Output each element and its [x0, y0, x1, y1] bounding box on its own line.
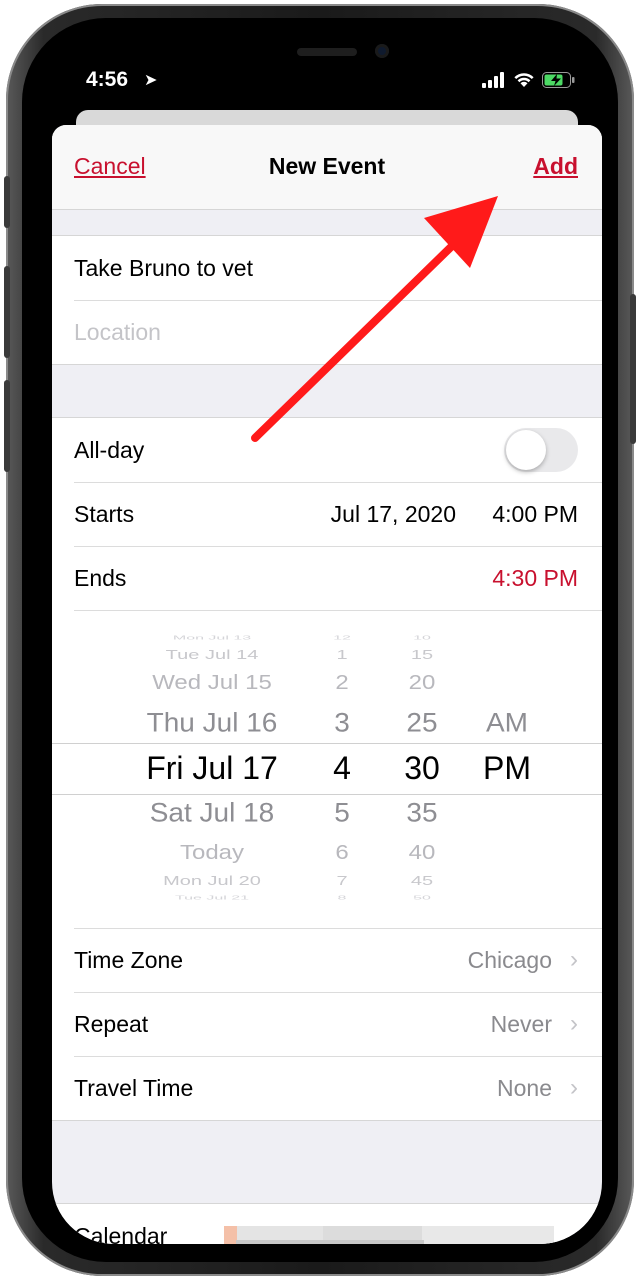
location-placeholder: Location: [74, 319, 161, 345]
picker-hour-option[interactable]: 12: [317, 635, 367, 641]
repeat-row[interactable]: Repeat Never ›: [52, 992, 602, 1056]
picker-hour-option[interactable]: 3: [317, 709, 367, 737]
picker-date-option[interactable]: Tue Jul 14: [112, 648, 312, 661]
picker-minute-option[interactable]: 40: [392, 842, 452, 864]
picker-hour-option[interactable]: 1: [317, 648, 367, 661]
add-button[interactable]: Add: [533, 153, 578, 180]
starts-label: Starts: [74, 501, 135, 527]
picker-minute-option[interactable]: 10: [392, 635, 452, 641]
event-title-value: Take Bruno to vet: [74, 255, 253, 281]
screen: 4:56 ➤ Cancel New Event Add Take Bruno t…: [52, 32, 602, 1244]
picker-date-option[interactable]: Thu Jul 16: [112, 709, 312, 737]
battery-icon: [542, 72, 575, 88]
repeat-label: Repeat: [74, 1011, 149, 1037]
picker-hour-option[interactable]: 6: [317, 842, 367, 864]
travel-time-label: Travel Time: [74, 1075, 194, 1101]
starts-row[interactable]: Starts Jul 17, 2020 4:00 PM: [52, 482, 602, 546]
power-button: [630, 294, 636, 444]
repeat-value: Never: [490, 1011, 552, 1037]
new-event-sheet: Cancel New Event Add Take Bruno to vet L…: [52, 125, 602, 1244]
picker-date-option[interactable]: Sat Jul 18: [112, 799, 312, 827]
starts-date[interactable]: Jul 17, 2020: [331, 501, 456, 528]
time-zone-value: Chicago: [467, 947, 552, 973]
picker-hour-option[interactable]: 7: [317, 874, 367, 887]
status-time: 4:56: [86, 68, 129, 91]
event-title-field[interactable]: Take Bruno to vet: [52, 236, 602, 300]
picker-minute-option[interactable]: 20: [392, 672, 452, 694]
chevron-right-icon: ›: [570, 1074, 578, 1101]
picker-minute-option[interactable]: 45: [392, 874, 452, 887]
phone-frame: 4:56 ➤ Cancel New Event Add Take Bruno t…: [4, 4, 636, 1276]
front-camera: [375, 44, 389, 58]
picker-date-option[interactable]: Mon Jul 13: [112, 635, 312, 641]
page-title: New Event: [268, 153, 386, 179]
picker-date-option[interactable]: Wed Jul 15: [112, 672, 312, 694]
picker-minute-option[interactable]: 30: [392, 752, 452, 784]
picker-minute-option[interactable]: 50: [392, 895, 452, 901]
time-zone-row[interactable]: Time Zone Chicago ›: [52, 928, 602, 992]
picker-date-option[interactable]: Today: [112, 842, 312, 864]
location-field[interactable]: Location: [52, 300, 602, 364]
ends-label: Ends: [74, 565, 127, 591]
title-location-group: Take Bruno to vet Location: [52, 235, 602, 365]
picker-date-option[interactable]: Tue Jul 21: [112, 895, 312, 901]
time-group: All-day Starts Jul 17, 2020 4:00 PM Ends…: [52, 417, 602, 1121]
starts-time[interactable]: 4:00 PM: [492, 501, 578, 528]
calendar-row[interactable]: Calendar: [52, 1204, 602, 1244]
ends-time[interactable]: 4:30 PM: [492, 565, 578, 592]
picker-ampm-option[interactable]: PM: [472, 752, 542, 784]
time-zone-label: Time Zone: [74, 947, 184, 973]
travel-time-row[interactable]: Travel Time None ›: [52, 1056, 602, 1120]
calendar-label: Calendar: [74, 1223, 168, 1244]
picker-minute-option[interactable]: 15: [392, 648, 452, 661]
ends-row[interactable]: Ends 4:30 PM: [52, 546, 602, 610]
travel-time-value: None: [497, 1075, 552, 1101]
navigation-bar: Cancel New Event Add: [52, 125, 602, 210]
chevron-right-icon: ›: [570, 946, 578, 973]
volume-down-button: [4, 380, 10, 472]
picker-minute-option[interactable]: 25: [392, 709, 452, 737]
allday-label: All-day: [74, 437, 145, 463]
mute-switch: [4, 176, 10, 228]
notch: [207, 32, 447, 66]
date-time-picker[interactable]: Mon Jul 13 Tue Jul 14 Wed Jul 15 Thu Jul 16…: [52, 610, 602, 928]
picker-hour-option[interactable]: 2: [317, 672, 367, 694]
allday-row: All-day: [52, 418, 602, 482]
calendar-group: Calendar: [52, 1203, 602, 1244]
toggle-knob: [506, 430, 546, 470]
picker-minute-option[interactable]: 35: [392, 799, 452, 827]
wifi-icon: [514, 73, 534, 87]
picker-hour-option[interactable]: 8: [317, 895, 367, 901]
signal-icon: [482, 72, 504, 88]
picker-ampm-option[interactable]: AM: [472, 709, 542, 737]
picker-hour-option[interactable]: 4: [317, 752, 367, 784]
chevron-right-icon: ›: [570, 1010, 578, 1037]
location-arrow-icon: ➤: [144, 72, 158, 89]
picker-hour-option[interactable]: 5: [317, 799, 367, 827]
volume-up-button: [4, 266, 10, 358]
picker-date-option[interactable]: Fri Jul 17: [112, 752, 312, 784]
picker-date-option[interactable]: Mon Jul 20: [112, 874, 312, 887]
status-icons: [482, 72, 576, 88]
speaker: [297, 48, 357, 56]
calendar-value-pixelated-2: [236, 1240, 424, 1244]
allday-toggle[interactable]: [504, 428, 578, 472]
